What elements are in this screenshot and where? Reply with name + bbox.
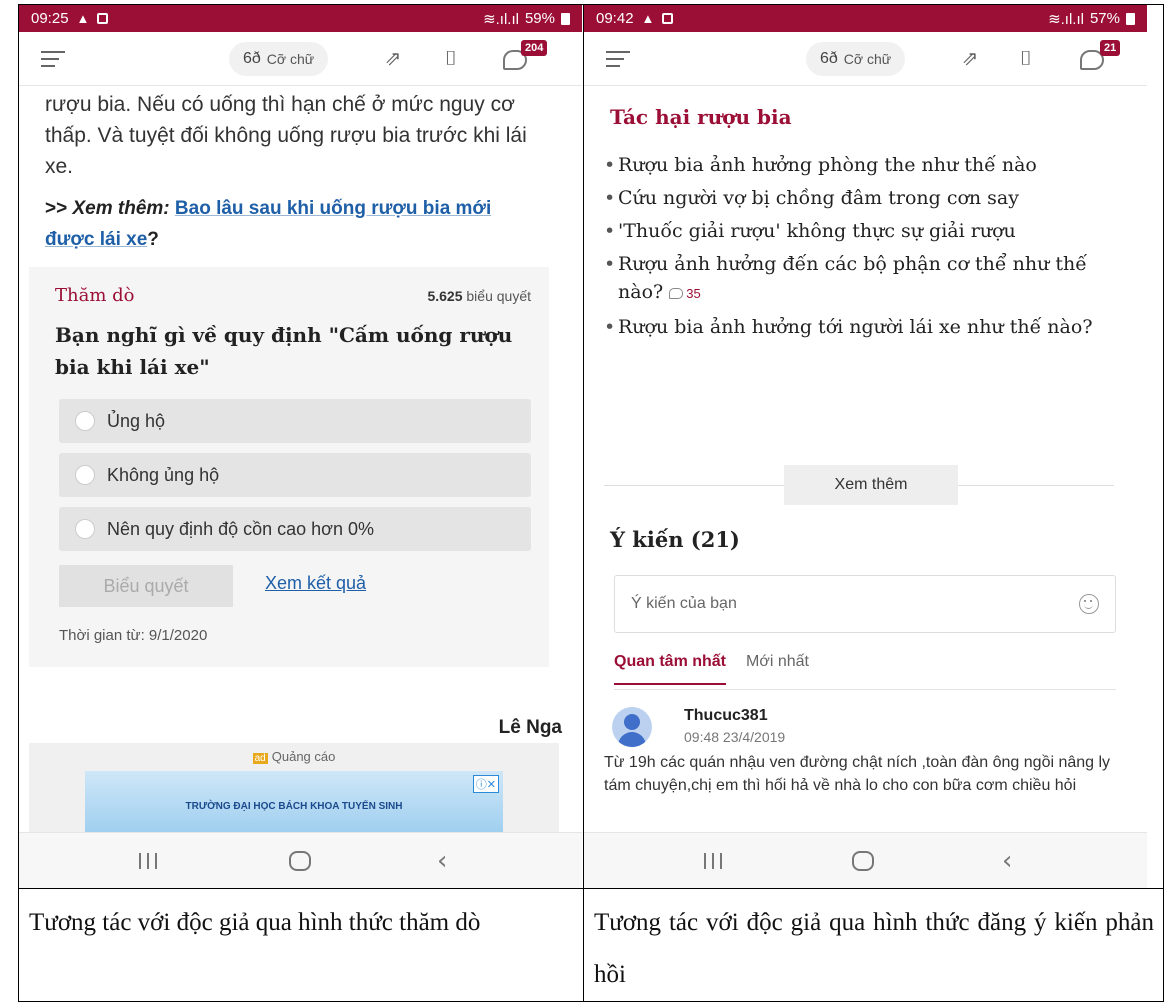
radio-button[interactable] bbox=[75, 519, 95, 539]
comment-input-placeholder: Ý kiến của bạn bbox=[631, 595, 737, 612]
comparison-table: 09:25 ▲ ≋.ıl.ıl 59% 6ð Cỡ chữ ⇗ ⌷ 204 rư… bbox=[18, 4, 1164, 1002]
poll-option-label: Ủng hộ bbox=[107, 410, 166, 431]
related-section-title: Tác hại rượu bia bbox=[610, 105, 792, 129]
comment-count-badge: 204 bbox=[521, 40, 548, 56]
ad-close-icon[interactable]: ⓘ✕ bbox=[472, 775, 499, 793]
battery-icon bbox=[561, 12, 570, 25]
status-bar: 09:25 ▲ ≋.ıl.ıl 59% bbox=[19, 5, 582, 32]
poll-option-label: Không ủng hộ bbox=[107, 464, 220, 485]
see-more-button[interactable]: Xem thêm bbox=[784, 465, 958, 505]
ad-icon: ad bbox=[252, 753, 268, 764]
poll-option[interactable]: Không ủng hộ bbox=[59, 453, 531, 497]
ad-label: ad Quảng cáo bbox=[252, 749, 336, 764]
font-size-button[interactable]: 6ð Cỡ chữ bbox=[806, 42, 906, 76]
related-article-item[interactable]: Rượu ảnh hưởng đến các bộ phận cơ thể nh… bbox=[604, 250, 1114, 308]
battery-level: 57% bbox=[1089, 10, 1120, 27]
comment-count-badge: 21 bbox=[1100, 40, 1121, 56]
phone-screenshot-comments: 09:42 ▲ ≋.ıl.ıl 57% 6ð Cỡ chữ ⇗ ⌷ 21 Tác… bbox=[584, 5, 1147, 888]
article-toolbar: 6ð Cỡ chữ ⇗ ⌷ 21 bbox=[584, 32, 1147, 86]
comment-text: Từ 19h các quán nhậu ven đường chật ních… bbox=[604, 754, 1111, 794]
font-size-label: Cỡ chữ bbox=[843, 51, 892, 67]
tab-newest[interactable]: Mới nhất bbox=[746, 653, 809, 685]
font-size-label: Cỡ chữ bbox=[266, 51, 315, 67]
poll-option[interactable]: Nên quy định độ cồn cao hơn 0% bbox=[59, 507, 531, 551]
ad-banner-text: TRƯỜNG ĐẠI HỌC BÁCH KHOA TUYỂN SINH bbox=[185, 801, 403, 812]
warning-icon: ▲ bbox=[641, 11, 655, 26]
tab-top[interactable]: Quan tâm nhất bbox=[614, 653, 727, 685]
comments-title: Ý kiến (21) bbox=[610, 527, 740, 552]
bookmark-icon[interactable]: ⌷ bbox=[1014, 47, 1038, 71]
article-toolbar: 6ð Cỡ chữ ⇗ ⌷ 204 bbox=[19, 32, 582, 86]
caption-left: Tương tác với độc giả qua hình thức thăm… bbox=[29, 909, 481, 936]
related-article-item[interactable]: Rượu bia ảnh hưởng tới người lái xe như … bbox=[604, 313, 1114, 341]
radio-button[interactable] bbox=[75, 465, 95, 485]
recent-apps-icon[interactable] bbox=[704, 853, 722, 869]
share-icon[interactable]: ⇗ bbox=[381, 47, 405, 71]
poll-question: Bạn nghĩ gì về quy định "Cấm uống rượu b… bbox=[55, 323, 513, 379]
menu-search-icon[interactable] bbox=[606, 48, 632, 70]
status-time: 09:25 bbox=[31, 10, 69, 27]
article-paragraph: rượu bia. Nếu có uống thì hạn chế ở mức … bbox=[45, 93, 527, 178]
emoji-icon[interactable] bbox=[1079, 594, 1099, 614]
caption-right: Tương tác với độc giả qua hình thức đăng… bbox=[594, 909, 1154, 988]
glasses-icon: 6ð bbox=[820, 50, 838, 67]
comment-username[interactable]: Thucuc381 bbox=[684, 707, 768, 725]
status-bar: 09:42 ▲ ≋.ıl.ıl 57% bbox=[584, 5, 1147, 32]
android-nav-bar: ‹ bbox=[584, 832, 1147, 888]
poll-time: Thời gian từ: 9/1/2020 bbox=[59, 627, 208, 644]
recent-apps-icon[interactable] bbox=[139, 853, 157, 869]
comments-button[interactable]: 21 bbox=[1080, 40, 1121, 72]
glasses-icon: 6ð bbox=[243, 50, 261, 67]
see-more-label: Xem thêm: bbox=[72, 198, 170, 219]
home-icon[interactable] bbox=[852, 851, 874, 871]
view-results-link[interactable]: Xem kết quả bbox=[265, 573, 366, 594]
author-name: Lê Nga bbox=[498, 717, 562, 738]
ad-block[interactable]: ad Quảng cáo ⓘ✕ TRƯỜNG ĐẠI HỌC BÁCH KHOA … bbox=[29, 743, 559, 832]
avatar bbox=[612, 707, 652, 747]
related-article-item[interactable]: Cứu người vợ bị chồng đâm trong cơn say bbox=[604, 184, 1114, 212]
radio-button[interactable] bbox=[75, 411, 95, 431]
back-icon[interactable]: ‹ bbox=[437, 846, 447, 876]
android-nav-bar: ‹ bbox=[19, 832, 582, 888]
comment-icon bbox=[669, 288, 684, 299]
poll-option[interactable]: Ủng hộ bbox=[59, 399, 531, 443]
vote-button[interactable]: Biểu quyết bbox=[59, 565, 233, 607]
font-size-button[interactable]: 6ð Cỡ chữ bbox=[229, 42, 329, 76]
phone-screenshot-poll: 09:25 ▲ ≋.ıl.ıl 59% 6ð Cỡ chữ ⇗ ⌷ 204 rư… bbox=[19, 5, 582, 888]
poll-vote-count: 5.625 biểu quyết bbox=[427, 288, 531, 304]
notification-icon bbox=[97, 13, 109, 24]
signal-icon: ≋.ıl.ıl bbox=[1048, 10, 1084, 28]
comment-sort-tabs: Quan tâm nhất Mới nhất bbox=[614, 653, 809, 685]
related-article-item[interactable]: Rượu bia ảnh hưởng phòng the như thế nào bbox=[604, 151, 1114, 179]
comment-timestamp: 09:48 23/4/2019 bbox=[684, 729, 786, 745]
poll-option-label: Nên quy định độ cồn cao hơn 0% bbox=[107, 518, 374, 539]
share-icon[interactable]: ⇗ bbox=[958, 47, 982, 71]
poll-label: Thăm dò bbox=[55, 285, 135, 306]
status-time: 09:42 bbox=[596, 10, 634, 27]
signal-icon: ≋.ıl.ıl bbox=[483, 10, 519, 28]
related-comment-count: 35 bbox=[669, 286, 701, 301]
battery-icon bbox=[1126, 12, 1135, 25]
article-content: Tác hại rượu bia Rượu bia ảnh hưởng phòn… bbox=[584, 87, 1147, 832]
divider bbox=[614, 689, 1116, 690]
comments-button[interactable]: 204 bbox=[503, 40, 548, 72]
comment-input[interactable]: Ý kiến của bạn bbox=[614, 575, 1116, 633]
ad-banner[interactable]: ⓘ✕ TRƯỜNG ĐẠI HỌC BÁCH KHOA TUYỂN SINH bbox=[85, 771, 503, 832]
menu-search-icon[interactable] bbox=[41, 48, 67, 70]
home-icon[interactable] bbox=[289, 851, 311, 871]
bookmark-icon[interactable]: ⌷ bbox=[439, 47, 463, 71]
warning-icon: ▲ bbox=[76, 11, 90, 26]
article-content: rượu bia. Nếu có uống thì hạn chế ở mức … bbox=[19, 87, 582, 832]
related-article-item[interactable]: 'Thuốc giải rượu' không thực sự giải rượ… bbox=[604, 217, 1114, 245]
notification-icon bbox=[662, 13, 674, 24]
see-more-line: >> Xem thêm: Bao lâu sau khi uống rượu b… bbox=[45, 198, 492, 250]
back-icon[interactable]: ‹ bbox=[1002, 846, 1012, 876]
related-articles-list: Rượu bia ảnh hưởng phòng the như thế nào… bbox=[604, 151, 1114, 346]
battery-level: 59% bbox=[524, 10, 555, 27]
poll-box: Thăm dò 5.625 biểu quyết Bạn nghĩ gì về … bbox=[29, 267, 549, 667]
